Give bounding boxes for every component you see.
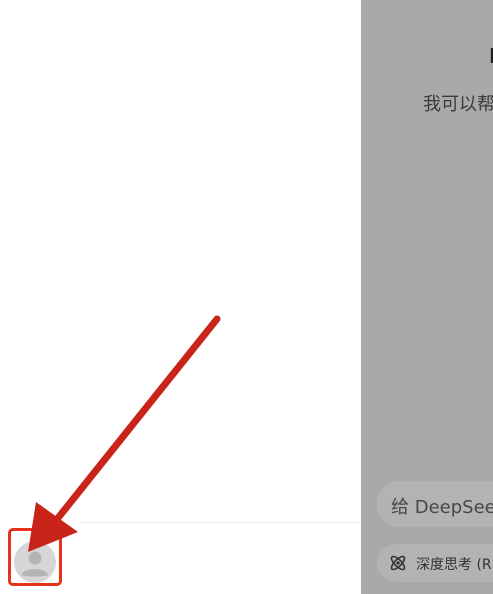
page-title: D — [489, 44, 493, 68]
atom-icon — [390, 555, 406, 571]
drawer-divider — [80, 522, 361, 523]
app-root: D 我可以帮 给 DeepSee 深度思考 (R — [0, 0, 493, 594]
side-drawer — [0, 0, 361, 594]
message-input-placeholder: 给 DeepSee — [391, 497, 493, 518]
main-panel-dimmed[interactable]: D 我可以帮 给 DeepSee 深度思考 (R — [361, 0, 493, 594]
avatar-highlight-box — [8, 528, 62, 586]
deepthink-button[interactable]: 深度思考 (R — [377, 544, 493, 582]
page-subtitle: 我可以帮 — [423, 94, 493, 115]
deepthink-label: 深度思考 (R — [416, 557, 492, 573]
message-input[interactable]: 给 DeepSee — [377, 481, 493, 527]
